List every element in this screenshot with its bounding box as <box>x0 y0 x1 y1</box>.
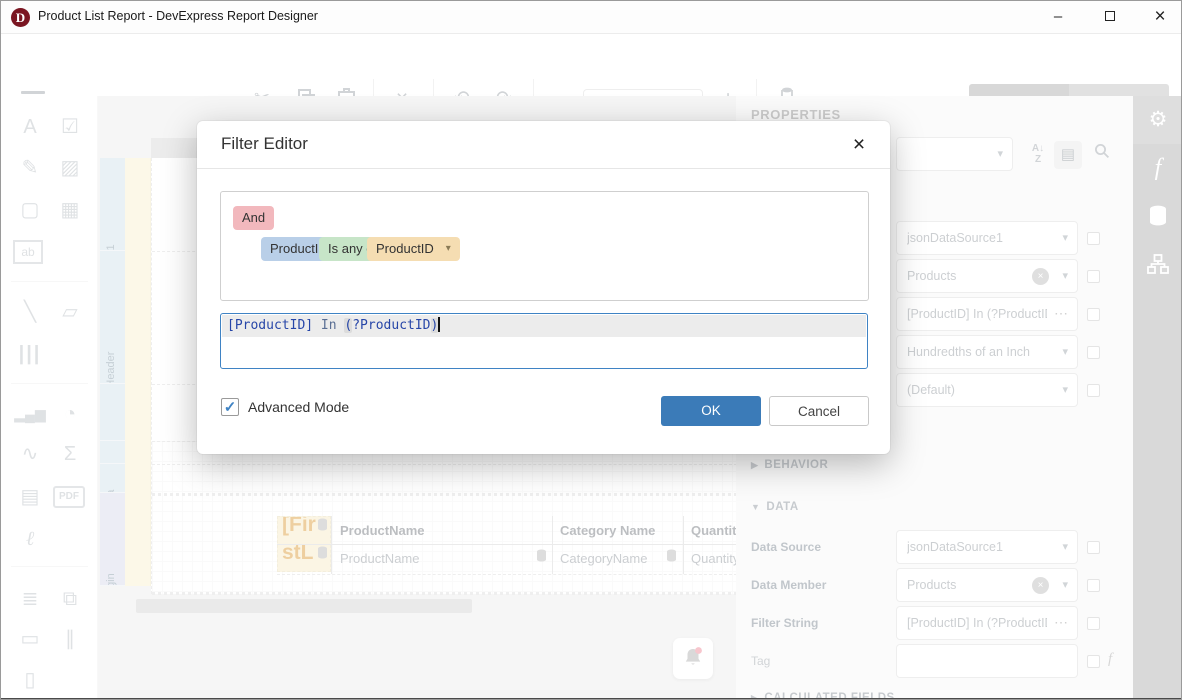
close-icon[interactable]: × <box>845 131 873 159</box>
maximize-icon <box>1105 11 1115 21</box>
group-operator-token[interactable]: And <box>233 206 274 230</box>
filter-expression-editor[interactable]: [ProductID] In (?ProductID) <box>220 313 868 369</box>
advanced-mode-label: Advanced Mode <box>248 399 349 415</box>
advanced-mode-checkbox[interactable]: ✓ <box>221 398 239 416</box>
title-bar: D Product List Report - DevExpress Repor… <box>1 1 1182 34</box>
dialog-header: Filter Editor × <box>197 121 890 169</box>
window-title: Product List Report - DevExpress Report … <box>38 9 318 23</box>
expression-text: [ProductID] In (?ProductID) <box>222 315 866 337</box>
check-icon: ✓ <box>224 399 237 416</box>
dialog-title: Filter Editor <box>221 134 308 154</box>
ok-button[interactable]: OK <box>661 396 761 426</box>
value-token[interactable]: ProductID ▾ <box>367 237 460 261</box>
chevron-down-icon[interactable]: ▾ <box>446 237 451 261</box>
devexpress-logo-icon: D <box>11 8 30 27</box>
text-cursor <box>438 317 440 332</box>
minimize-button[interactable]: – <box>1035 1 1081 33</box>
filter-editor-dialog: Filter Editor × And ProductID Is any of … <box>197 121 890 454</box>
maximize-button[interactable] <box>1087 1 1133 33</box>
close-window-button[interactable]: × <box>1137 1 1182 33</box>
app-window: D Product List Report - DevExpress Repor… <box>0 0 1182 700</box>
cancel-button[interactable]: Cancel <box>769 396 869 426</box>
filter-condition-panel[interactable]: And ProductID Is any of ProductID ▾ <box>220 191 869 301</box>
